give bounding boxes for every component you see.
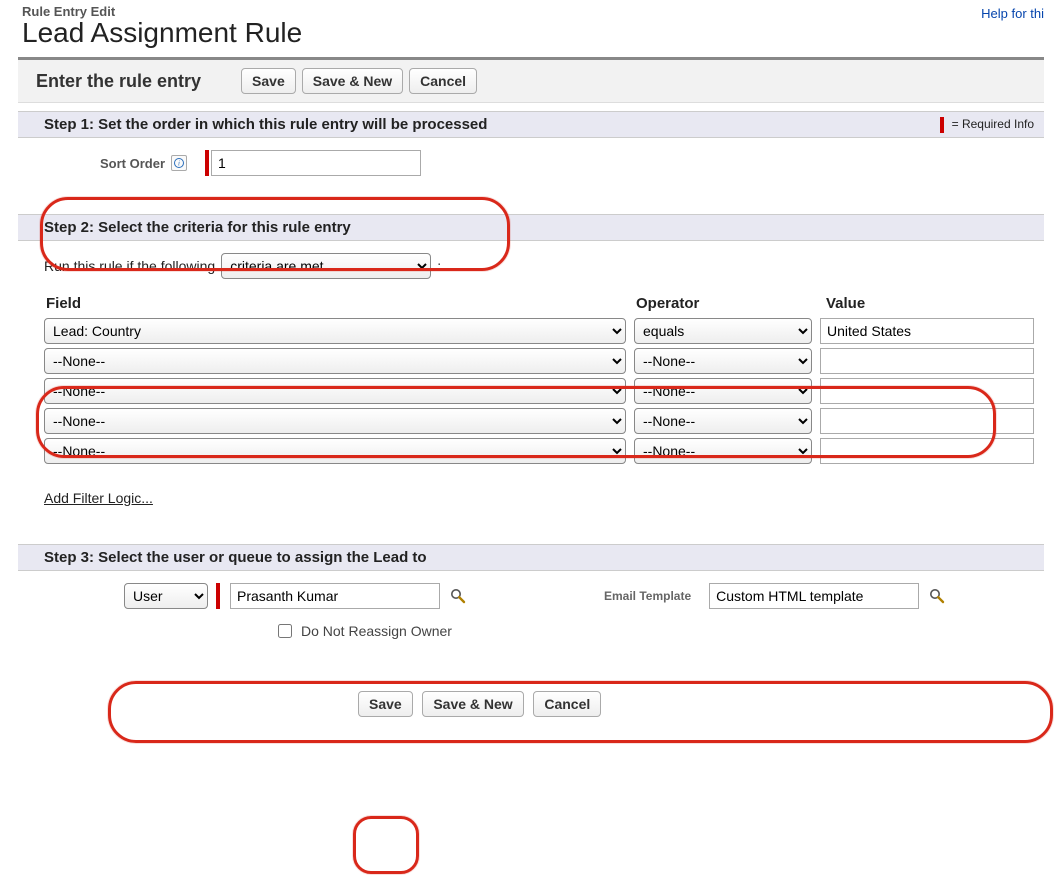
criteria-operator-select[interactable]: --None-- [634, 408, 812, 434]
col-field-header: Field [46, 295, 636, 312]
step3-header: Step 3: Select the user or queue to assi… [18, 544, 1044, 571]
criteria-intro-suffix: : [437, 258, 441, 274]
required-indicator [216, 583, 220, 609]
col-operator-header: Operator [636, 295, 826, 312]
criteria-operator-select[interactable]: --None-- [634, 378, 812, 404]
required-info-hint: = Required Info [940, 117, 1034, 133]
criteria-row: --None-- --None-- [44, 346, 1034, 376]
save-new-button-bottom[interactable]: Save & New [422, 691, 523, 717]
save-new-button-top[interactable]: Save & New [302, 68, 403, 94]
sort-order-label: Sort Order [100, 156, 171, 171]
criteria-operator-select[interactable]: equals [634, 318, 812, 344]
email-template-input[interactable] [709, 583, 919, 609]
save-button-top[interactable]: Save [241, 68, 296, 94]
criteria-field-select[interactable]: Lead: Country [44, 318, 626, 344]
criteria-field-select[interactable]: --None-- [44, 438, 626, 464]
criteria-field-select[interactable]: --None-- [44, 348, 626, 374]
criteria-value-input[interactable] [820, 408, 1034, 434]
required-bar-icon [940, 117, 944, 133]
section-header: Enter the rule entry Save Save & New Can… [18, 60, 1044, 103]
assignee-type-select[interactable]: User [124, 583, 208, 609]
criteria-field-select[interactable]: --None-- [44, 408, 626, 434]
info-icon[interactable]: i [171, 155, 187, 171]
step2-title: Step 2: Select the criteria for this rul… [44, 219, 351, 236]
required-indicator [205, 150, 209, 176]
do-not-reassign-checkbox[interactable] [278, 624, 292, 638]
criteria-intro-prefix: Run this rule if the following [44, 258, 215, 274]
page-title: Lead Assignment Rule [22, 17, 302, 49]
annotation-oval [353, 816, 419, 874]
criteria-mode-select[interactable]: criteria are met [221, 253, 431, 279]
lookup-icon[interactable] [448, 586, 468, 606]
add-filter-logic-link[interactable]: Add Filter Logic... [44, 490, 153, 506]
col-value-header: Value [826, 295, 1034, 312]
criteria-operator-select[interactable]: --None-- [634, 438, 812, 464]
sort-order-input[interactable] [211, 150, 421, 176]
cancel-button-top[interactable]: Cancel [409, 68, 477, 94]
criteria-row: --None-- --None-- [44, 376, 1034, 406]
criteria-field-select[interactable]: --None-- [44, 378, 626, 404]
criteria-row: --None-- --None-- [44, 436, 1034, 466]
criteria-value-input[interactable] [820, 438, 1034, 464]
email-template-label: Email Template [604, 589, 701, 603]
lookup-icon[interactable] [927, 586, 947, 606]
step1-title: Step 1: Set the order in which this rule… [44, 116, 487, 133]
criteria-row: Lead: Country equals [44, 316, 1034, 346]
step2-header: Step 2: Select the criteria for this rul… [18, 214, 1044, 241]
save-button-bottom[interactable]: Save [358, 691, 413, 717]
step1-header: Step 1: Set the order in which this rule… [18, 111, 1044, 138]
criteria-operator-select[interactable]: --None-- [634, 348, 812, 374]
criteria-value-input[interactable] [820, 318, 1034, 344]
step3-title: Step 3: Select the user or queue to assi… [44, 549, 427, 566]
section-title: Enter the rule entry [36, 71, 241, 92]
criteria-value-input[interactable] [820, 378, 1034, 404]
help-link[interactable]: Help for thi [981, 4, 1044, 21]
criteria-table: Field Operator Value Lead: Country equal… [44, 293, 1034, 466]
svg-text:i: i [178, 160, 180, 168]
assignee-name-input[interactable] [230, 583, 440, 609]
do-not-reassign-label: Do Not Reassign Owner [301, 623, 452, 639]
criteria-row: --None-- --None-- [44, 406, 1034, 436]
criteria-value-input[interactable] [820, 348, 1034, 374]
cancel-button-bottom[interactable]: Cancel [533, 691, 601, 717]
